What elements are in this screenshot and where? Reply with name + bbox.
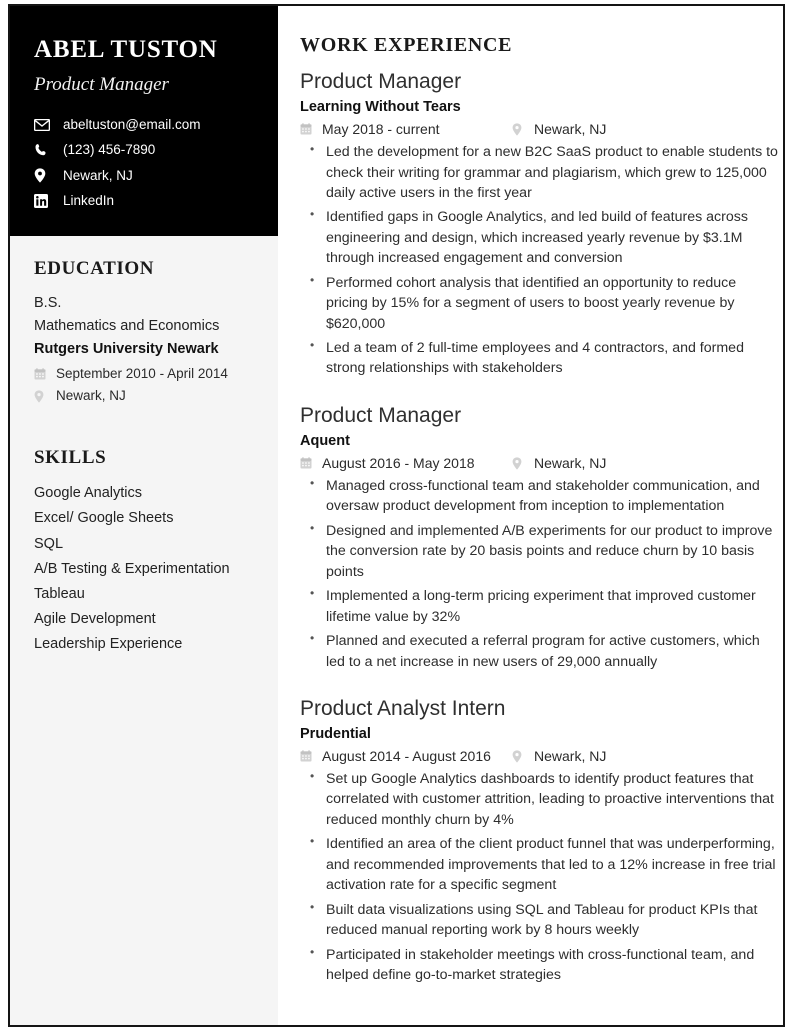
job-location: Newark, NJ (512, 455, 606, 471)
contact-item-location: Newark, NJ (34, 168, 256, 183)
bullet-item: Planned and executed a referral program … (306, 630, 780, 672)
skill-item: Agile Development (34, 610, 156, 627)
job-company: Learning Without Tears (300, 99, 461, 116)
calendar-icon (300, 750, 316, 762)
education-dates: September 2010 - April 2014 (34, 364, 258, 385)
skill-item: SQL (34, 535, 64, 552)
education-section: EDUCATION B.S. Mathematics and Economics… (34, 258, 258, 407)
job-meta: May 2018 - current Newark, NJ (300, 121, 780, 137)
bullet-item: Led a team of 2 full-time employees and … (306, 337, 780, 379)
education-heading: EDUCATION (34, 258, 155, 279)
education-location: Newark, NJ (34, 386, 258, 407)
contact-phone-text: (123) 456-7890 (63, 142, 156, 158)
page-title: ABEL TUSTON (34, 36, 218, 63)
education-location-text: Newark, NJ (56, 388, 126, 404)
skill-item: A/B Testing & Experimentation (34, 560, 230, 577)
job-role: Product Analyst Intern (300, 696, 506, 720)
bullet-item: Implemented a long-term pricing experime… (306, 585, 780, 627)
calendar-icon (300, 123, 316, 135)
job-location-text: Newark, NJ (534, 455, 607, 471)
envelope-icon (34, 119, 54, 132)
job-location: Newark, NJ (512, 121, 606, 137)
bullet-item: Performed cohort analysis that identifie… (306, 272, 780, 334)
skill-item: Google Analytics (34, 485, 143, 502)
job-dates: August 2014 - August 2016 (300, 748, 512, 764)
skill-item: Tableau (34, 585, 85, 602)
resume-page: ABEL TUSTON Product Manager abeltuston@e… (0, 0, 800, 1032)
job-dates-text: May 2018 - current (322, 121, 440, 138)
job-company: Prudential (300, 726, 371, 743)
job-role: Product Manager (300, 403, 462, 427)
bullet-item: Participated in stakeholder meetings wit… (306, 944, 780, 986)
map-pin-icon (34, 390, 50, 404)
phone-icon (34, 143, 54, 157)
job-entry: Product Manager Aquent August 2016 - May… (300, 403, 780, 672)
bullet-item: Set up Google Analytics dashboards to id… (306, 768, 780, 830)
sidebar: ABEL TUSTON Product Manager abeltuston@e… (10, 6, 278, 1025)
bullet-item: Identified gaps in Google Analytics, and… (306, 206, 780, 268)
job-meta: August 2014 - August 2016 Newark, NJ (300, 748, 780, 764)
contact-list: abeltuston@email.com (123) 456-7890 Newa… (34, 118, 256, 208)
work-experience-heading: WORK EXPERIENCE (300, 34, 513, 56)
sidebar-body: EDUCATION B.S. Mathematics and Economics… (10, 236, 278, 657)
skills-heading: SKILLS (34, 447, 107, 469)
job-entry: Product Analyst Intern Prudential August… (300, 696, 780, 985)
contact-linkedin-text: LinkedIn (63, 193, 115, 209)
skills-list: Google Analytics Excel/ Google Sheets SQ… (34, 481, 258, 657)
job-dates-text: August 2016 - May 2018 (322, 455, 475, 471)
job-meta: August 2016 - May 2018 Newark, NJ (300, 455, 780, 471)
calendar-icon (300, 457, 316, 469)
job-bullets: Managed cross-functional team and stakeh… (300, 475, 780, 672)
contact-email-text: abeltuston@email.com (63, 117, 201, 133)
job-company: Aquent (300, 433, 350, 450)
contact-item-email[interactable]: abeltuston@email.com (34, 118, 256, 132)
job-entry: Product Manager Learning Without Tears M… (300, 69, 780, 379)
main-column: WORK EXPERIENCE Product Manager Learning… (300, 6, 780, 989)
map-pin-icon (512, 749, 528, 763)
sidebar-header: ABEL TUSTON Product Manager abeltuston@e… (10, 6, 278, 236)
map-pin-icon (34, 168, 54, 183)
bullet-item: Identified an area of the client product… (306, 833, 780, 895)
bullet-item: Designed and implemented A/B experiments… (306, 520, 780, 582)
bullet-item: Built data visualizations using SQL and … (306, 899, 780, 941)
bullet-item: Led the development for a new B2C SaaS p… (306, 141, 780, 203)
job-bullets: Led the development for a new B2C SaaS p… (300, 141, 780, 379)
linkedin-icon (34, 193, 54, 208)
calendar-icon (34, 368, 50, 380)
job-location-text: Newark, NJ (534, 121, 607, 138)
job-role: Product Manager (300, 70, 462, 93)
contact-item-phone[interactable]: (123) 456-7890 (34, 143, 256, 157)
job-bullets: Set up Google Analytics dashboards to id… (300, 768, 780, 986)
job-dates: May 2018 - current (300, 121, 512, 137)
job-location-text: Newark, NJ (534, 748, 607, 765)
map-pin-icon (512, 122, 528, 136)
skill-item: Excel/ Google Sheets (34, 510, 174, 527)
map-pin-icon (512, 456, 528, 470)
job-location: Newark, NJ (512, 748, 606, 764)
education-field: Mathematics and Economics (34, 318, 220, 335)
headline-job-title: Product Manager (34, 73, 169, 95)
bullet-item: Managed cross-functional team and stakeh… (306, 475, 780, 517)
skills-section: SKILLS Google Analytics Excel/ Google Sh… (34, 447, 258, 657)
contact-location-text: Newark, NJ (63, 167, 133, 183)
education-degree: B.S. (34, 295, 62, 311)
contact-item-linkedin[interactable]: LinkedIn (34, 193, 256, 209)
education-school: Rutgers University Newark (34, 341, 219, 358)
job-dates: August 2016 - May 2018 (300, 455, 512, 471)
education-dates-text: September 2010 - April 2014 (56, 365, 228, 381)
job-dates-text: August 2014 - August 2016 (322, 748, 491, 765)
skill-item: Leadership Experience (34, 635, 183, 652)
